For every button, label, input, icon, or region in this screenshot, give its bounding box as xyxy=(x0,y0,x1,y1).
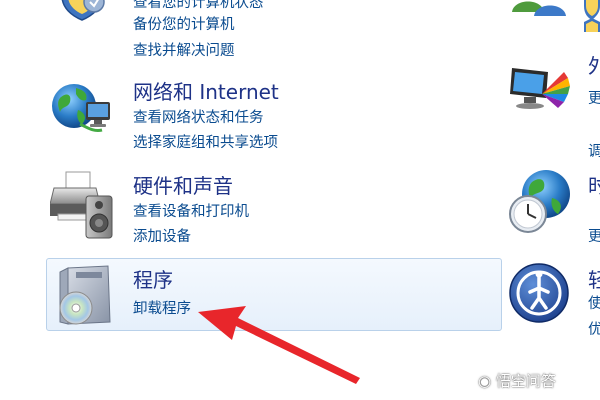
watermark: ◉ 悟空问答 xyxy=(478,370,556,391)
clock-region-title[interactable]: 时 xyxy=(588,170,600,199)
ease-link-1[interactable]: 使 xyxy=(588,292,600,313)
appearance-link-2[interactable]: 调 xyxy=(588,140,600,161)
watermark-text: 悟空问答 xyxy=(495,372,556,390)
appearance-monitor-icon[interactable] xyxy=(508,64,572,116)
user-shield-icon[interactable] xyxy=(582,0,600,32)
user-accounts-icon[interactable] xyxy=(510,0,570,22)
appearance-title[interactable]: 外 xyxy=(588,50,600,79)
clock-link-1[interactable]: 更 xyxy=(588,225,600,246)
ease-of-access-icon[interactable] xyxy=(508,262,570,324)
ease-link-2[interactable]: 优 xyxy=(588,318,600,339)
ease-of-access-title[interactable]: 轻 xyxy=(588,264,600,293)
clock-globe-icon[interactable] xyxy=(506,168,576,238)
appearance-link-1[interactable]: 更 xyxy=(588,87,600,108)
watermark-logo-icon: ◉ xyxy=(478,372,496,390)
